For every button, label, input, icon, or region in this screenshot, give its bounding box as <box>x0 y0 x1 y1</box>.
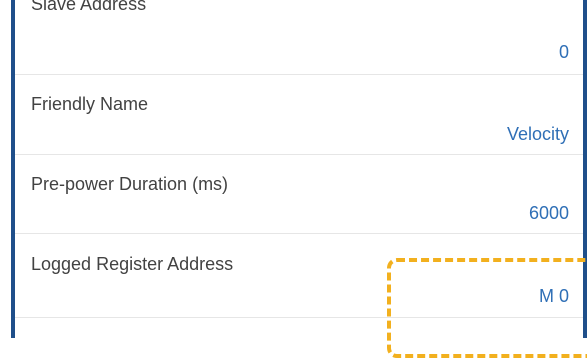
setting-row-slave-address[interactable]: Slave Address 0 <box>15 0 583 75</box>
highlight-annotation <box>387 258 587 358</box>
setting-label: Friendly Name <box>31 94 149 114</box>
settings-panel: Slave Address 0 Friendly Name Velocity P… <box>0 0 587 358</box>
setting-label: Slave Address <box>31 0 147 14</box>
setting-value[interactable]: 6000 <box>529 203 569 224</box>
setting-label: Logged Register Address <box>31 254 234 274</box>
setting-label: Pre-power Duration (ms) <box>31 174 229 194</box>
setting-value[interactable]: 0 <box>559 42 569 63</box>
setting-row-pre-power-duration[interactable]: Pre-power Duration (ms) 6000 <box>15 155 583 234</box>
setting-value[interactable]: Velocity <box>507 124 569 145</box>
setting-row-friendly-name[interactable]: Friendly Name Velocity <box>15 75 583 155</box>
